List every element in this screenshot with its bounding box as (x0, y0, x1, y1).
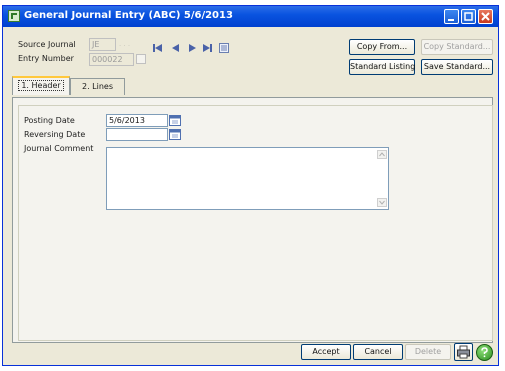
tab-header[interactable]: 1. Header (12, 76, 70, 95)
reversing-date-field[interactable] (106, 128, 168, 141)
title-bar[interactable]: General Journal Entry (ABC) 5/6/2013 (3, 6, 498, 27)
tab-lines-label: 2. Lines (81, 82, 113, 91)
tab-lines[interactable]: 2. Lines (70, 78, 125, 95)
posting-date-label: Posting Date (24, 116, 75, 125)
entry-number-label: Entry Number (18, 54, 74, 63)
source-journal-description: . . . (119, 40, 131, 48)
maximize-button[interactable] (461, 9, 476, 24)
standard-listing-button[interactable]: Standard Listing (349, 59, 415, 75)
lookup-list-icon[interactable] (219, 43, 229, 53)
header-group (18, 105, 493, 341)
copy-from-button[interactable]: Copy From... (349, 39, 415, 55)
calendar-icon[interactable] (169, 128, 181, 140)
minimize-button[interactable] (444, 9, 459, 24)
save-standard-button[interactable]: Save Standard... (421, 59, 493, 75)
window: General Journal Entry (ABC) 5/6/2013 Sou… (2, 5, 499, 366)
cancel-button[interactable]: Cancel (353, 344, 403, 360)
scroll-down-icon[interactable] (377, 198, 387, 207)
previous-record-icon[interactable] (171, 43, 180, 53)
scroll-up-icon[interactable] (377, 150, 387, 159)
delete-button[interactable]: Delete (405, 344, 451, 360)
tab-header-label: 1. Header (18, 80, 64, 91)
first-record-icon[interactable] (153, 43, 162, 53)
journal-comment-field[interactable] (106, 147, 389, 210)
accept-button[interactable]: Accept (301, 344, 351, 360)
help-icon[interactable] (476, 344, 493, 361)
print-button[interactable] (454, 343, 473, 361)
close-button[interactable] (478, 9, 493, 24)
close-icon (481, 12, 490, 21)
reversing-date-label: Reversing Date (24, 130, 86, 139)
next-record-icon[interactable] (188, 43, 197, 53)
window-title: General Journal Entry (ABC) 5/6/2013 (24, 10, 233, 21)
posting-date-field[interactable]: 5/6/2013 (106, 114, 168, 127)
source-journal-label: Source Journal (18, 40, 76, 49)
copy-standard-button[interactable]: Copy Standard... (421, 39, 493, 55)
journal-comment-label: Journal Comment (24, 144, 94, 153)
app-icon (8, 10, 20, 22)
print-icon (457, 345, 470, 359)
entry-number-lookup-button[interactable] (136, 54, 146, 64)
entry-number-field[interactable]: 000022 (89, 53, 134, 66)
source-journal-field[interactable]: JE (89, 38, 116, 51)
calendar-icon[interactable] (169, 114, 181, 126)
last-record-icon[interactable] (203, 43, 212, 53)
